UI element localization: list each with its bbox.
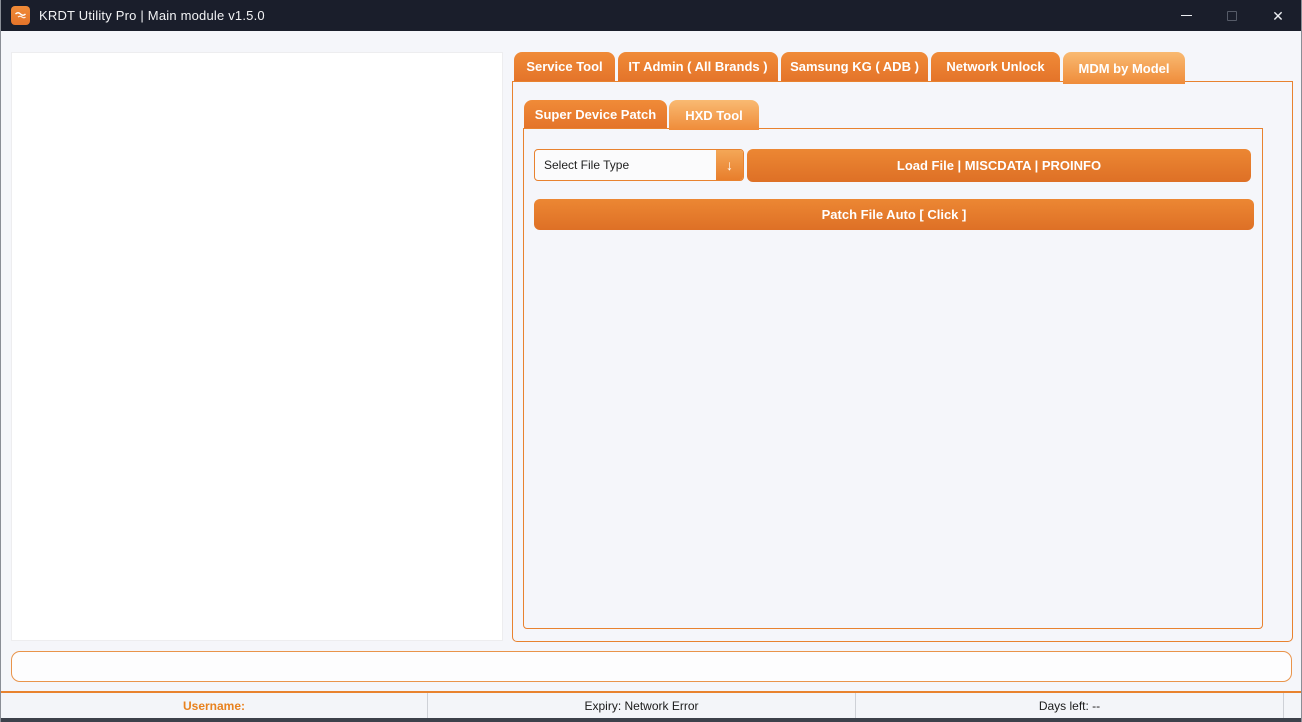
minimize-icon xyxy=(1181,15,1192,16)
app-window: KRDT Utility Pro | Main module v1.5.0 ✕ … xyxy=(0,0,1302,722)
file-type-dropdown[interactable]: Select File Type ↓ xyxy=(534,149,744,181)
status-days-left: Days left: -- xyxy=(856,693,1284,718)
minimize-button[interactable] xyxy=(1163,0,1209,31)
window-title: KRDT Utility Pro | Main module v1.5.0 xyxy=(39,8,265,23)
status-spare-cell xyxy=(1284,693,1301,718)
tab-super-device-patch[interactable]: Super Device Patch xyxy=(524,100,667,128)
status-expiry: Expiry: Network Error xyxy=(428,693,856,718)
load-file-button[interactable]: Load File | MISCDATA | PROINFO xyxy=(747,149,1251,182)
dropdown-arrow-button[interactable]: ↓ xyxy=(716,150,743,180)
tab-service-tool[interactable]: Service Tool xyxy=(514,52,615,81)
window-controls: ✕ xyxy=(1163,0,1301,31)
log-output-box[interactable] xyxy=(11,651,1292,682)
file-type-dropdown-value: Select File Type xyxy=(535,150,716,180)
main-tab-strip: Service Tool IT Admin ( All Brands ) Sam… xyxy=(514,52,1188,81)
status-username: Username: xyxy=(1,693,428,718)
close-icon: ✕ xyxy=(1272,9,1284,23)
patch-file-auto-button[interactable]: Patch File Auto [ Click ] xyxy=(534,199,1254,230)
tab-hxd-tool[interactable]: HXD Tool xyxy=(669,100,759,130)
tab-network-unlock[interactable]: Network Unlock xyxy=(931,52,1060,81)
sub-tab-strip: Super Device Patch HXD Tool xyxy=(524,100,761,128)
app-logo-icon xyxy=(11,6,30,25)
tab-mdm-by-model[interactable]: MDM by Model xyxy=(1063,52,1185,84)
maximize-button[interactable] xyxy=(1209,0,1255,31)
close-button[interactable]: ✕ xyxy=(1255,0,1301,31)
tab-samsung-kg[interactable]: Samsung KG ( ADB ) xyxy=(781,52,928,81)
window-bottom-frame xyxy=(1,718,1301,722)
left-content-panel xyxy=(11,52,503,641)
titlebar: KRDT Utility Pro | Main module v1.5.0 ✕ xyxy=(1,0,1301,31)
arrow-down-icon: ↓ xyxy=(726,157,733,173)
maximize-icon xyxy=(1227,11,1237,21)
tab-it-admin[interactable]: IT Admin ( All Brands ) xyxy=(618,52,778,81)
statusbar: Username: Expiry: Network Error Days lef… xyxy=(1,693,1301,718)
